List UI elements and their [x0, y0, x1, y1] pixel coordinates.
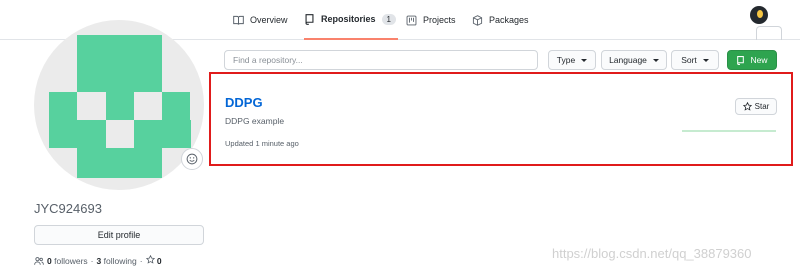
- tab-overview[interactable]: Overview: [233, 0, 288, 40]
- package-icon: [472, 14, 483, 26]
- tab-repositories-label: Repositories: [321, 14, 376, 24]
- repo-updated-time: Updated 1 minute ago: [225, 139, 299, 148]
- star-button[interactable]: Star: [735, 98, 777, 115]
- followers-label: followers: [54, 255, 88, 266]
- sort-label: Sort: [681, 55, 697, 65]
- star-icon: [145, 254, 155, 264]
- find-repository-input[interactable]: [224, 50, 538, 70]
- moon-icon[interactable]: [750, 6, 768, 24]
- star-icon: [742, 102, 752, 111]
- follow-stats: 0 followers · 3 following · 0: [34, 254, 162, 266]
- edit-profile-button[interactable]: Edit profile: [34, 225, 204, 245]
- stars-link[interactable]: 0: [145, 254, 162, 266]
- following-link[interactable]: 3 following: [97, 256, 137, 266]
- profile-username: JYC924693: [34, 201, 102, 216]
- language-filter-dropdown[interactable]: Language: [601, 50, 667, 70]
- following-label: following: [103, 255, 137, 266]
- star-button-label: Star: [754, 102, 770, 111]
- repo-description: DDPG example: [225, 116, 285, 126]
- smiley-icon: [186, 153, 198, 165]
- identicon-icon: [49, 35, 191, 178]
- tab-packages-label: Packages: [489, 15, 529, 25]
- type-filter-dropdown[interactable]: Type: [548, 50, 596, 70]
- people-icon: [34, 256, 44, 265]
- set-status-button[interactable]: [181, 148, 203, 170]
- highlight-box: [209, 72, 793, 166]
- watermark-text: https://blog.csdn.net/qq_38879360: [552, 246, 752, 261]
- book-icon: [233, 15, 244, 25]
- tab-projects[interactable]: Projects: [406, 0, 456, 40]
- caret-down-icon: [652, 58, 659, 62]
- separator-dot: ·: [90, 255, 94, 266]
- language-filter-label: Language: [609, 55, 647, 65]
- avatar[interactable]: [34, 20, 204, 190]
- repositories-count-badge: 1: [381, 13, 396, 25]
- project-icon: [406, 15, 417, 25]
- tab-packages[interactable]: Packages: [472, 0, 529, 40]
- activity-graph: [682, 130, 776, 132]
- sort-dropdown[interactable]: Sort: [671, 50, 719, 70]
- repo-name-link[interactable]: DDPG: [225, 95, 263, 110]
- repo-icon: [305, 13, 314, 25]
- octocat-outline-icon: [756, 26, 782, 40]
- tab-overview-label: Overview: [250, 15, 288, 25]
- followers-count: 0: [47, 255, 52, 266]
- type-filter-label: Type: [556, 55, 576, 65]
- stars-count: 0: [156, 256, 162, 266]
- following-count: 3: [96, 255, 102, 266]
- separator-dot: ·: [139, 255, 143, 266]
- caret-down-icon: [702, 58, 709, 62]
- followers-link[interactable]: 0 followers: [47, 256, 88, 266]
- new-repository-button[interactable]: New: [727, 50, 777, 70]
- tab-projects-label: Projects: [423, 15, 456, 25]
- tab-repositories[interactable]: Repositories 1: [304, 0, 398, 40]
- caret-down-icon: [581, 58, 588, 62]
- new-button-label: New: [750, 55, 768, 65]
- repo-icon: [737, 55, 745, 65]
